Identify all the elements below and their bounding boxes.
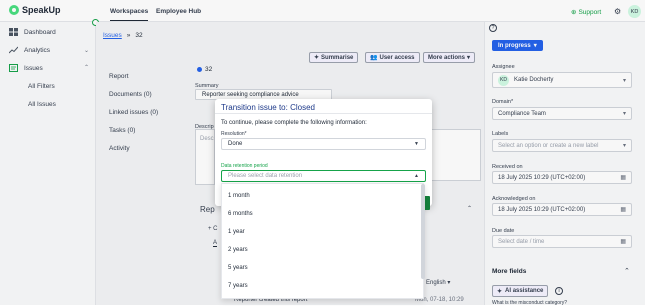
option-5-years[interactable]: 5 years: [228, 265, 248, 271]
modal-divider: [215, 113, 432, 114]
retention-select[interactable]: Please select data retention ▲: [221, 170, 426, 182]
option-1-month[interactable]: 1 month: [228, 193, 250, 199]
option-2-years[interactable]: 2 years: [228, 247, 248, 253]
resolution-select[interactable]: Done ▼: [221, 138, 426, 150]
option-6-months[interactable]: 6 months: [228, 211, 253, 217]
retention-placeholder: Please select data retention: [228, 173, 303, 179]
modal-title: Transition issue to: Closed: [221, 103, 315, 112]
resolution-value: Done: [228, 141, 243, 147]
retention-dropdown: 1 month 6 months 1 year 2 years 5 years …: [221, 183, 424, 299]
modal-instruction: To continue, please complete the followi…: [221, 120, 367, 126]
chevron-up-icon: ▲: [414, 173, 419, 179]
chevron-down-icon: ▼: [414, 141, 419, 147]
resolution-label: Resolution*: [221, 131, 247, 137]
dropdown-scrollbar[interactable]: [421, 184, 425, 279]
retention-label: Data retention period: [221, 163, 268, 169]
option-7-years[interactable]: 7 years: [228, 283, 248, 289]
option-1-year[interactable]: 1 year: [228, 229, 245, 235]
